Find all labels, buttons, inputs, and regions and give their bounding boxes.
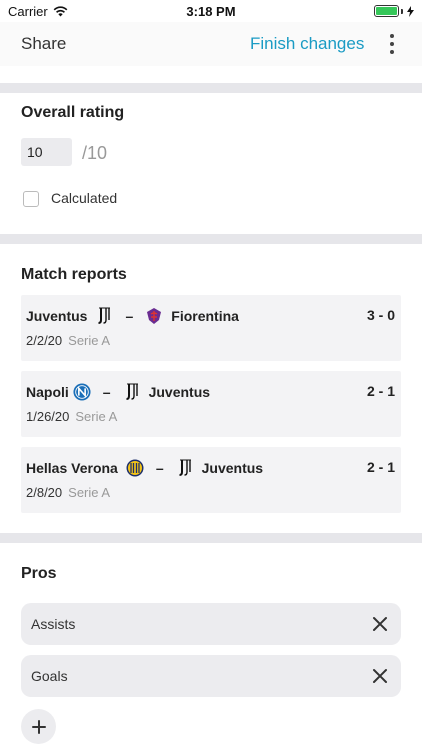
match-report-card[interactable]: Juventus – Fiorentina 3 - 0 2/2/20 Serie … bbox=[21, 295, 401, 361]
match-score: 3 - 0 bbox=[366, 307, 395, 323]
match-meta: 1/26/20 Serie A bbox=[26, 409, 117, 424]
match-date: 1/26/20 bbox=[26, 409, 70, 424]
match-date: 2/8/20 bbox=[26, 485, 63, 500]
status-bar: Carrier 3:18 PM bbox=[0, 0, 422, 22]
hellas-verona-logo-icon bbox=[126, 459, 144, 477]
vs-separator: – bbox=[125, 308, 134, 324]
section-divider bbox=[0, 234, 422, 244]
match-teams: Hellas Verona – Juventus bbox=[26, 459, 263, 477]
pros-title: Pros bbox=[21, 565, 57, 582]
home-team: Napoli bbox=[26, 384, 69, 400]
finish-changes-button[interactable]: Finish changes bbox=[250, 34, 364, 54]
top-nav-bar: Share Finish changes bbox=[0, 22, 422, 66]
match-meta: 2/2/20 Serie A bbox=[26, 333, 110, 348]
away-team: Fiorentina bbox=[171, 308, 239, 324]
dot bbox=[390, 34, 394, 38]
pro-item[interactable]: Assists bbox=[21, 603, 401, 645]
add-pro-button[interactable] bbox=[21, 709, 56, 744]
dot bbox=[390, 42, 394, 46]
vs-separator: – bbox=[102, 384, 111, 400]
pro-item-label: Assists bbox=[31, 616, 76, 632]
home-team: Juventus bbox=[26, 308, 88, 324]
status-time: 3:18 PM bbox=[186, 4, 236, 19]
close-icon[interactable] bbox=[371, 615, 389, 633]
calculated-label: Calculated bbox=[51, 190, 118, 206]
rating-input[interactable] bbox=[21, 138, 72, 166]
calculated-checkbox[interactable] bbox=[23, 191, 39, 207]
battery-cap bbox=[401, 8, 403, 14]
match-meta: 2/8/20 Serie A bbox=[26, 485, 110, 500]
match-league: Serie A bbox=[75, 409, 118, 424]
charging-bolt-icon bbox=[407, 5, 414, 17]
home-team: Hellas Verona bbox=[26, 460, 118, 476]
fiorentina-logo-icon bbox=[145, 307, 163, 325]
battery-icon bbox=[374, 5, 414, 17]
match-league: Serie A bbox=[68, 485, 111, 500]
battery-body bbox=[374, 5, 399, 17]
plus-icon bbox=[31, 719, 46, 734]
pro-item[interactable]: Goals bbox=[21, 655, 401, 697]
vertical-ellipsis-icon[interactable] bbox=[384, 32, 400, 56]
match-score: 2 - 1 bbox=[366, 383, 395, 399]
close-icon[interactable] bbox=[371, 667, 389, 685]
match-teams: Juventus – Fiorentina bbox=[26, 307, 239, 325]
away-team: Juventus bbox=[148, 384, 211, 400]
dot bbox=[390, 50, 394, 54]
juventus-logo-icon bbox=[123, 383, 141, 401]
vs-separator: – bbox=[155, 460, 164, 476]
match-reports-title: Match reports bbox=[21, 266, 127, 283]
match-teams: Napoli – Juventus bbox=[26, 383, 210, 401]
section-divider bbox=[0, 83, 422, 93]
match-score: 2 - 1 bbox=[366, 459, 395, 475]
juventus-logo-icon bbox=[95, 307, 113, 325]
juventus-logo-icon bbox=[176, 459, 194, 477]
match-league: Serie A bbox=[68, 333, 111, 348]
napoli-logo-icon bbox=[73, 383, 91, 401]
battery-fill bbox=[376, 7, 397, 15]
match-report-card[interactable]: Napoli – Juventus 2 - 1 1/26/20 Serie A bbox=[21, 371, 401, 437]
overall-rating-title: Overall rating bbox=[21, 104, 125, 121]
match-date: 2/2/20 bbox=[26, 333, 63, 348]
section-divider bbox=[0, 533, 422, 543]
away-team: Juventus bbox=[201, 460, 264, 476]
share-button[interactable]: Share bbox=[21, 34, 66, 54]
pro-item-label: Goals bbox=[31, 668, 68, 684]
rating-max-label: /10 bbox=[82, 143, 108, 163]
match-report-card[interactable]: Hellas Verona – Juventus 2 - 1 2/8/20 Ser… bbox=[21, 447, 401, 513]
